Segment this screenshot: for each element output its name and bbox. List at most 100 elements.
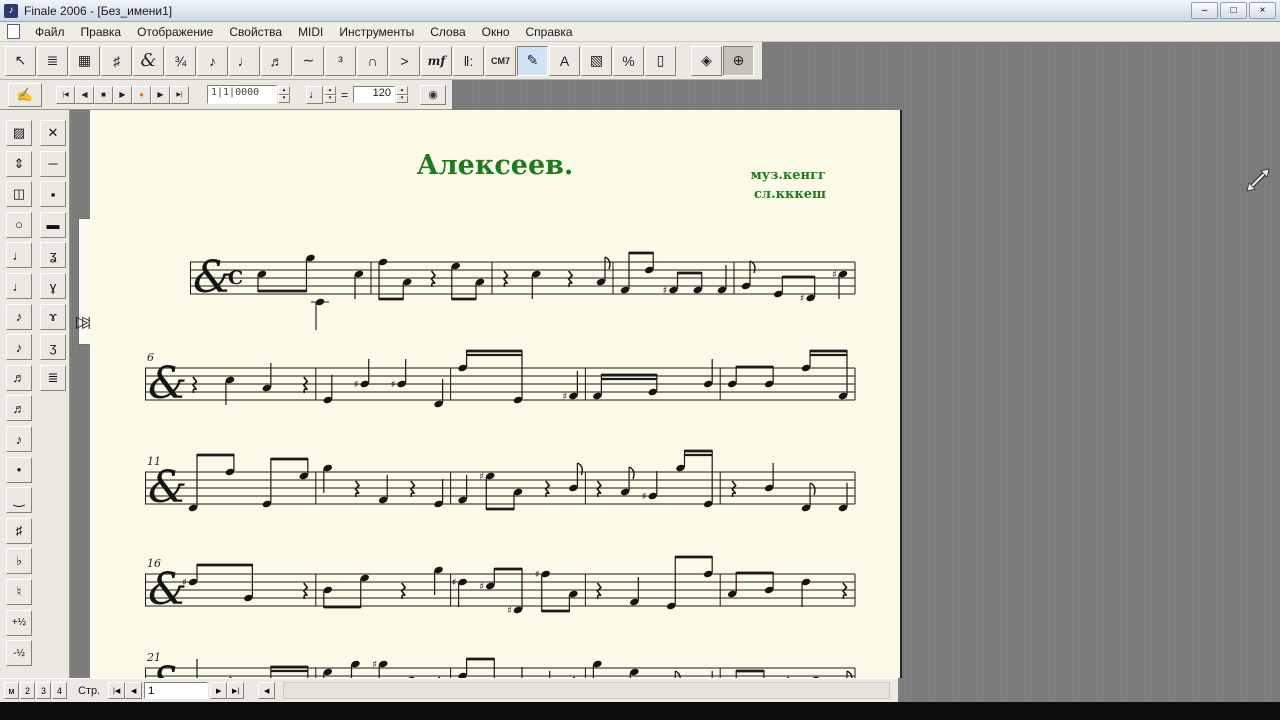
go-to-start-button[interactable]: |◀ [56,85,75,104]
menu-item-7[interactable]: Окно [474,23,518,41]
tempo-note-down-button[interactable]: ▾ [324,94,336,103]
tempo-down-button[interactable]: ▾ [396,94,409,103]
record-button[interactable]: ● [132,85,151,104]
slur-tool[interactable]: ∩ [357,45,388,76]
go-to-end-button[interactable]: ▶| [170,85,189,104]
sixteenth-note-button[interactable]: ♬ [6,364,32,391]
articulation-tool[interactable]: > [389,45,420,76]
first-page-button[interactable]: |◀ [108,682,126,699]
tuplet-tool[interactable]: ³ [325,45,356,76]
menu-item-0[interactable]: Файл [27,23,73,41]
simple-entry-tool[interactable]: ♩ [229,45,260,76]
menu-items: Файл Правка Отображение Свойства MIDI Инструм… [27,23,581,41]
zoom-tool[interactable]: ⊕ [723,45,754,76]
flat-button[interactable]: ♭ [6,548,32,575]
rewind-button[interactable]: ◀ [75,85,94,104]
eighth-rest-button[interactable]: ɣ [40,273,66,299]
time-signature-tool[interactable]: ¾ [165,45,196,76]
natural-button[interactable]: ♮ [6,579,32,605]
stop-button[interactable]: ■ [94,85,113,104]
view-button-3[interactable]: 4 [52,682,67,699]
tempo-value[interactable]: 120 [353,86,396,103]
scroll-left-button[interactable]: ◀ [258,682,276,699]
page-layout-tool[interactable]: ▯ [645,45,676,76]
counter-up-button[interactable]: ▴ [278,86,290,95]
repeat-tool[interactable]: ‖: [453,45,484,76]
chord-tool[interactable]: CM7 [485,45,516,76]
beam-tool[interactable]: ◫ [6,181,32,208]
whole-note-button[interactable]: ○ [6,211,32,238]
play-button[interactable]: ▶ [113,85,132,104]
hand-grabber-tool[interactable]: ◈ [691,45,722,76]
speaker-button[interactable]: ◉ [420,84,447,105]
view-button-1[interactable]: 2 [20,682,35,699]
tempo-note-spinner: ▴ ▾ [324,86,336,103]
counter-field[interactable]: 1|1|0000 [207,85,277,104]
resize-tool[interactable]: % [613,45,644,76]
menu-item-4[interactable]: MIDI [290,23,331,41]
tempo-up-button[interactable]: ▴ [396,86,409,95]
grace-note-button[interactable]: ♪ [6,426,32,452]
eighth-note-button[interactable]: ♪ [6,303,32,330]
page-number-input[interactable] [144,682,209,699]
selection-tool[interactable]: ↖ [5,45,36,76]
horizontal-scrollbar[interactable] [283,682,890,699]
svg-text:♯: ♯ [479,582,484,593]
last-page-button[interactable]: ▶| [227,682,245,699]
quarter-note-button[interactable]: ♩ [6,273,32,299]
augmentation-dot-button[interactable]: • [6,456,32,483]
key-signature-tool[interactable]: ♯ [101,45,132,76]
menu-item-6[interactable]: Слова [422,23,473,41]
sixteenth-rest-button[interactable]: ɤ [40,303,66,330]
sharp-button[interactable]: ♯ [6,517,32,544]
ledger-line-tool[interactable]: ─ [40,150,66,177]
half-rest-button[interactable]: ▬ [40,211,66,238]
thirtysecond-note-button[interactable]: ♬ [6,395,32,422]
minimize-button[interactable]: – [1191,2,1218,19]
tuplet-grid-tool[interactable]: ≣ [40,364,66,391]
half-note-button[interactable]: ♩ [6,242,32,269]
titlebar[interactable]: ♪ Finale 2006 - [Без_имени1] – □ × [0,0,1280,22]
forward-button[interactable]: ▶ [151,85,170,104]
expression-tool[interactable]: mf [421,45,452,76]
mass-edit-tool[interactable]: ▧ [581,45,612,76]
quarter-rest-button[interactable]: ʓ [40,242,66,269]
close-button[interactable]: × [1249,2,1276,19]
staff-system: & ♯ ♯ ♯ [145,349,856,409]
block-tool[interactable]: ▪ [40,181,66,208]
pitch-shift-tool[interactable]: ⇕ [6,150,32,177]
text-entry-tool[interactable]: ✎ [517,45,548,76]
note-mover-tool[interactable]: ♪ [197,45,228,76]
menu-item-2[interactable]: Отображение [129,23,221,41]
delete-tool[interactable]: ✕ [40,120,66,146]
next-page-button[interactable]: ▶ [210,682,228,699]
menu-item-3[interactable]: Свойства [221,23,290,41]
eraser-tool[interactable]: ▨ [6,120,32,146]
rest-alt-button[interactable]: ʒ [40,334,66,361]
maximize-button[interactable]: □ [1220,2,1247,19]
smartshape-tool[interactable]: ∼ [293,45,324,76]
view-button-2[interactable]: 3 [36,682,51,699]
staff-system: &C ♯ ♯ ♯ [190,251,856,330]
menu-item-5[interactable]: Инструменты [331,23,422,41]
menu-item-8[interactable]: Справка [518,23,581,41]
raise-half-step-button[interactable]: +½ [6,609,32,636]
score-page[interactable]: Алексеев. муз.кенгг сл.кккеш & C ♯ ♯ ♯ & ♯ ♯ ♯ 6 &… [90,110,902,678]
eighth-note-alt-button[interactable]: ♪ [6,334,32,361]
playback-mode-button[interactable]: ✍ [8,82,42,107]
text-tool[interactable]: A [549,45,580,76]
tie-button[interactable]: ‿ [6,487,32,514]
resize-icon: % [622,52,635,69]
tempo-note-up-button[interactable]: ▴ [324,86,336,95]
tempo-note-button[interactable]: ♩ [306,85,323,104]
staff-tool[interactable]: ≣ [37,45,68,76]
measure-tool[interactable]: ▦ [69,45,100,76]
view-button-0[interactable]: м [4,682,19,699]
menu-item-1[interactable]: Правка [73,23,130,41]
counter-down-button[interactable]: ▾ [278,94,290,103]
lower-half-step-button[interactable]: -½ [6,640,32,667]
speedy-entry-tool[interactable]: ♬ [261,45,292,76]
document-icon[interactable] [7,24,20,39]
clef-tool[interactable]: & [133,45,164,76]
prev-page-button[interactable]: ◀ [125,682,143,699]
